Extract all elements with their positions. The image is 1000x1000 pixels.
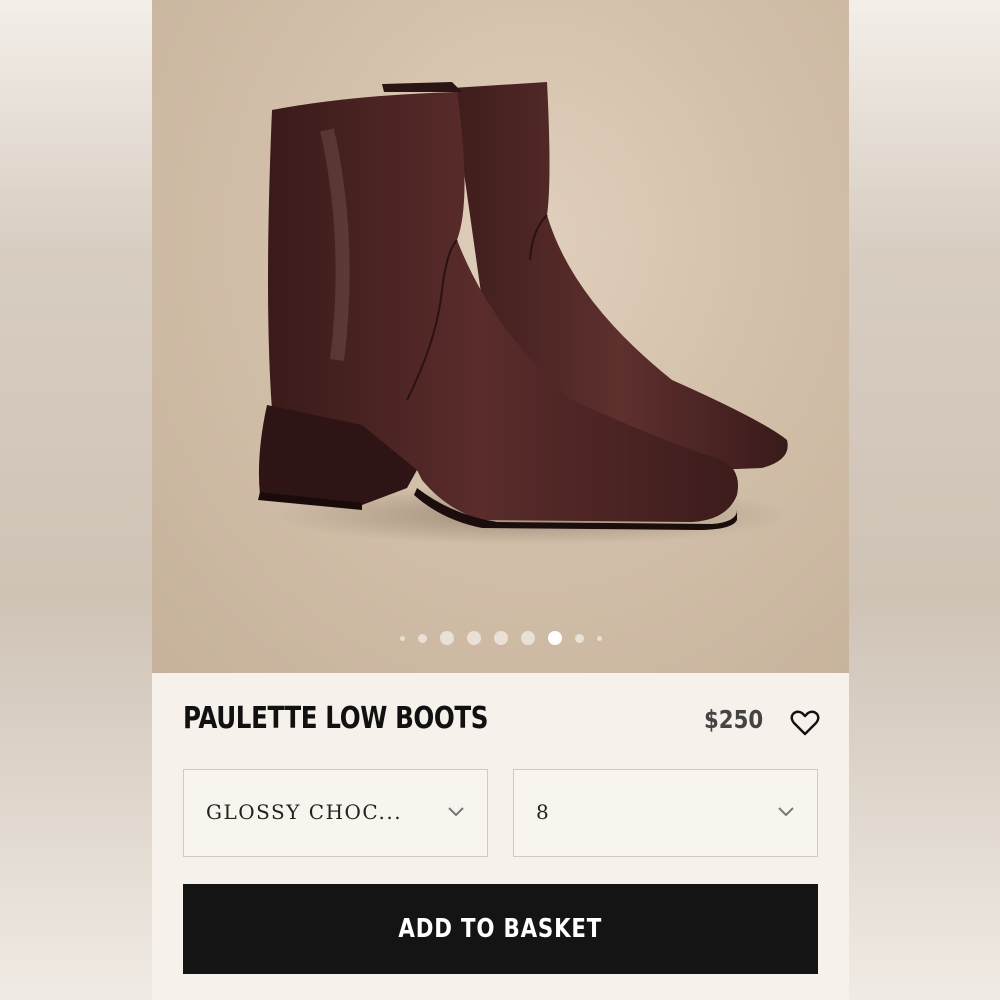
carousel-dot[interactable] (493, 631, 508, 645)
chevron-down-icon (778, 807, 794, 817)
product-image[interactable] (152, 0, 849, 673)
background-right (848, 0, 1000, 1000)
product-info-panel: PAULETTE LOW BOOTS $250 GLOSSY CHOC... 8… (152, 673, 849, 1000)
ankle-boots-photo (258, 82, 792, 545)
color-select[interactable]: GLOSSY CHOC... (183, 769, 488, 857)
carousel-dot[interactable] (574, 633, 584, 643)
product-title: PAULETTE LOW BOOTS (183, 701, 489, 736)
carousel-dot[interactable] (466, 631, 481, 645)
color-select-value: GLOSSY CHOC... (206, 800, 403, 824)
add-to-basket-label: ADD TO BASKET (398, 914, 603, 944)
carousel-dot[interactable] (439, 631, 454, 645)
image-carousel-indicator[interactable] (152, 628, 849, 648)
chevron-down-icon (448, 807, 464, 817)
add-to-basket-button[interactable]: ADD TO BASKET (183, 884, 818, 974)
carousel-dot[interactable] (596, 635, 602, 641)
carousel-dot[interactable] (417, 633, 427, 643)
size-select-value: 8 (536, 800, 551, 824)
product-page: PAULETTE LOW BOOTS $250 GLOSSY CHOC... 8… (152, 0, 849, 1000)
product-price: $250 (704, 705, 764, 734)
heart-icon[interactable] (790, 709, 820, 737)
size-select[interactable]: 8 (513, 769, 818, 857)
background-left (0, 0, 152, 1000)
carousel-dot[interactable] (399, 635, 405, 641)
carousel-dot[interactable] (520, 631, 535, 645)
carousel-dot-active[interactable] (547, 631, 562, 645)
